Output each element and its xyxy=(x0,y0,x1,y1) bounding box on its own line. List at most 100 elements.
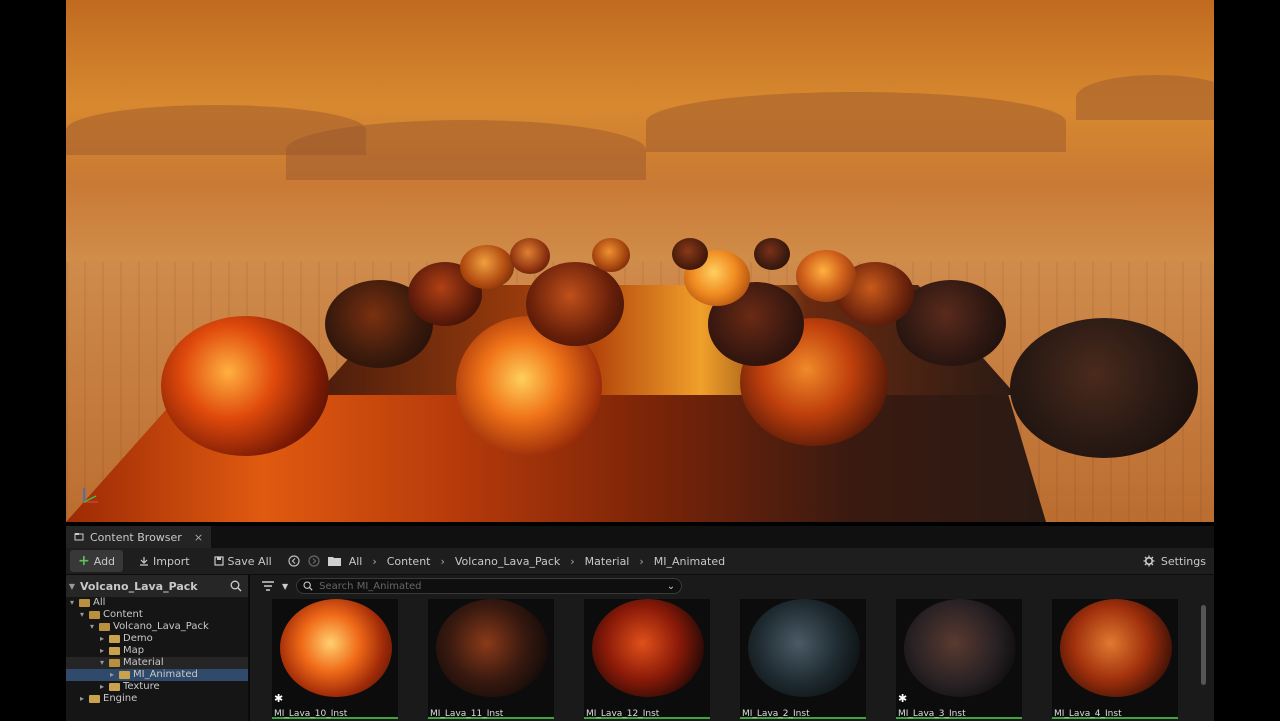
tree-rows: ▾ All ▾ Content ▾ Volcano_Lava_Pack ▸ Demo ▸ Map ▾… xyxy=(66,597,248,705)
chevron-right-icon[interactable]: › xyxy=(639,555,643,568)
chevron-right-icon[interactable]: › xyxy=(372,555,376,568)
close-icon[interactable]: × xyxy=(194,531,203,544)
tree-item[interactable]: ▾ Volcano_Lava_Pack xyxy=(66,621,248,633)
asset-tile[interactable]: ✱ MI_Lava_3_Inst xyxy=(896,599,1022,719)
tab-content-browser[interactable]: Content Browser × xyxy=(66,526,212,548)
search-icon[interactable] xyxy=(230,580,242,592)
history-back-icon[interactable] xyxy=(288,555,300,567)
lava-sphere[interactable] xyxy=(1010,318,1198,458)
tree-item-label: Content xyxy=(103,609,143,620)
scrollbar[interactable] xyxy=(1201,605,1206,685)
lava-sphere[interactable] xyxy=(161,316,329,456)
import-label: Import xyxy=(153,554,190,568)
tree-item-label: All xyxy=(93,597,106,608)
asset-tile[interactable]: MI_Lava_4_Inst xyxy=(1052,599,1178,719)
breadcrumb-material[interactable]: Material xyxy=(585,555,630,568)
tree-title: Volcano_Lava_Pack xyxy=(80,579,198,593)
import-button[interactable]: Import xyxy=(131,550,198,572)
asset-name: MI_Lava_2_Inst xyxy=(742,709,810,719)
content-browser-icon xyxy=(74,533,84,541)
tree-item[interactable]: ▸ Texture xyxy=(66,681,248,693)
tree-item[interactable]: ▾ Content xyxy=(66,609,248,621)
sand-dune xyxy=(646,92,1066,152)
tree-item[interactable]: ▸ Map xyxy=(66,645,248,657)
sand-dune xyxy=(1076,75,1214,120)
content-browser-panel: Content Browser × + Add Import Save All xyxy=(66,526,1214,721)
tab-bar: Content Browser × xyxy=(66,526,1214,548)
asset-tile[interactable]: MI_Lava_11_Inst xyxy=(428,599,554,719)
tree-header[interactable]: ▼ Volcano_Lava_Pack xyxy=(66,575,248,597)
add-label: Add xyxy=(93,554,116,568)
chevron-down-icon[interactable]: ▼ xyxy=(282,582,288,591)
material-thumbnail xyxy=(592,599,704,697)
save-all-button[interactable]: Save All xyxy=(206,550,280,572)
material-thumbnail xyxy=(280,599,392,697)
breadcrumb: All › Content › Volcano_Lava_Pack › Mate… xyxy=(349,555,725,568)
asset-view: ▼ Search MI_Animated ⌄ ✱ MI_Lava_10_Inst M… xyxy=(250,575,1214,721)
chevron-right-icon[interactable]: ▸ xyxy=(98,633,106,645)
settings-label: Settings xyxy=(1160,554,1206,568)
breadcrumb-mi-animated[interactable]: MI_Animated xyxy=(654,555,725,568)
chevron-down-icon[interactable]: ▾ xyxy=(68,597,76,609)
plus-icon: + xyxy=(78,553,90,569)
folder-icon xyxy=(109,683,120,691)
lava-sphere[interactable] xyxy=(754,238,790,270)
material-thumbnail xyxy=(1060,599,1172,697)
asset-name: MI_Lava_4_Inst xyxy=(1054,709,1122,719)
lava-sphere[interactable] xyxy=(672,238,708,270)
collapse-arrow-icon[interactable]: ▼ xyxy=(68,582,76,591)
tree-item[interactable]: ▸ MI_Animated xyxy=(66,669,248,681)
lava-sphere[interactable] xyxy=(796,250,856,302)
folder-icon xyxy=(119,671,130,679)
breadcrumb-volcano-lava-pack[interactable]: Volcano_Lava_Pack xyxy=(455,555,560,568)
content-browser-body: ▼ Volcano_Lava_Pack ▾ All ▾ Content ▾ Volcano… xyxy=(66,575,1214,721)
chevron-down-icon[interactable]: ▾ xyxy=(88,621,96,633)
chevron-right-icon[interactable]: › xyxy=(570,555,574,568)
folder-icon xyxy=(99,623,110,631)
asset-tile[interactable]: MI_Lava_12_Inst xyxy=(584,599,710,719)
material-thumbnail xyxy=(748,599,860,697)
asset-tile[interactable]: ✱ MI_Lava_10_Inst xyxy=(272,599,398,719)
breadcrumb-content[interactable]: Content xyxy=(387,555,431,568)
tree-item[interactable]: ▸ Engine xyxy=(66,693,248,705)
tree-item-label: Map xyxy=(123,645,145,656)
material-thumbnail xyxy=(436,599,548,697)
chevron-right-icon[interactable]: ▸ xyxy=(78,693,86,705)
tree-item[interactable]: ▾ All xyxy=(66,597,248,609)
sand-dune xyxy=(286,120,646,180)
folder-icon xyxy=(109,647,120,655)
tree-item[interactable]: ▾ Material xyxy=(66,657,248,669)
chevron-right-icon[interactable]: ▸ xyxy=(108,669,116,681)
add-button[interactable]: + Add xyxy=(70,550,124,572)
filter-icon[interactable] xyxy=(262,581,274,591)
asset-tile[interactable]: MI_Lava_2_Inst xyxy=(740,599,866,719)
chevron-down-icon[interactable]: ▾ xyxy=(98,657,106,669)
search-placeholder: Search MI_Animated xyxy=(319,580,422,592)
asset-search-input[interactable]: Search MI_Animated ⌄ xyxy=(296,578,683,594)
chevron-right-icon[interactable]: ▸ xyxy=(98,681,106,693)
asset-tiles: ✱ MI_Lava_10_Inst MI_Lava_11_Inst MI_Lava_1… xyxy=(250,597,1214,719)
chevron-down-icon[interactable]: ⌄ xyxy=(667,581,675,592)
lava-sphere[interactable] xyxy=(526,262,624,346)
modified-star-icon: ✱ xyxy=(898,692,908,705)
history-forward-icon[interactable] xyxy=(308,555,320,567)
level-viewport[interactable] xyxy=(66,0,1214,522)
asset-name: MI_Lava_3_Inst xyxy=(898,709,966,719)
asset-name: MI_Lava_12_Inst xyxy=(586,709,660,719)
content-browser-toolbar: + Add Import Save All All › Content › Vo… xyxy=(66,548,1214,575)
lava-sphere[interactable] xyxy=(460,245,514,289)
chevron-right-icon[interactable]: › xyxy=(440,555,444,568)
tree-item-label: Engine xyxy=(103,693,138,704)
lava-sphere[interactable] xyxy=(592,238,630,272)
axis-gizmo-icon xyxy=(83,488,98,503)
lava-sphere[interactable] xyxy=(510,238,550,274)
breadcrumb-all[interactable]: All xyxy=(349,555,363,568)
settings-button[interactable]: Settings xyxy=(1143,555,1210,568)
tab-label: Content Browser xyxy=(90,530,182,544)
chevron-right-icon[interactable]: ▸ xyxy=(98,645,106,657)
import-icon xyxy=(140,557,149,566)
tree-item[interactable]: ▸ Demo xyxy=(66,633,248,645)
modified-star-icon: ✱ xyxy=(274,692,284,705)
asset-name: MI_Lava_11_Inst xyxy=(430,709,504,719)
chevron-down-icon[interactable]: ▾ xyxy=(78,609,86,621)
